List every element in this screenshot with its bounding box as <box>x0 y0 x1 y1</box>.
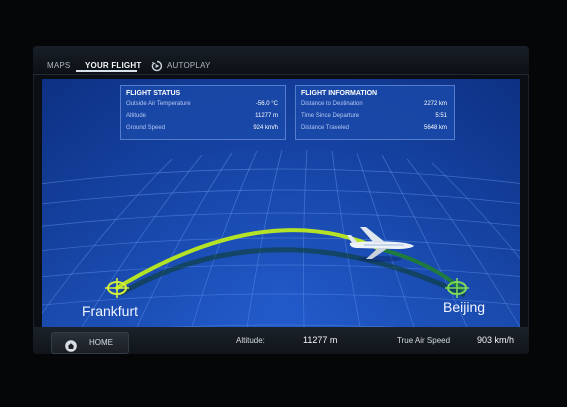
altitude-label: Altitude: <box>236 336 265 345</box>
row-label: Distance Traveled <box>301 125 350 131</box>
row-label: Ground Speed <box>126 125 166 131</box>
flight-information-row: Distance Traveled 5648 km <box>301 125 449 134</box>
flight-map: Frankfurt Beijing FLIGHT STATUS Outside … <box>42 79 520 327</box>
home-button[interactable]: HOME <box>51 332 129 354</box>
tab-autoplay[interactable]: AUTOPLAY <box>167 61 211 70</box>
flight-status-row: Outside Air Temperature -56.0 °C <box>126 101 280 110</box>
autoplay-icon[interactable] <box>151 60 163 72</box>
airspeed-value: 903 km/h <box>477 335 515 345</box>
row-value: 5:51 <box>435 113 447 119</box>
tab-maps[interactable]: MAPS <box>47 61 70 70</box>
airplane-icon <box>347 227 414 262</box>
airspeed-label: True Air Speed <box>397 336 451 345</box>
row-label: Time Since Departure <box>301 113 360 119</box>
bottom-status-bar: HOME Altitude: 11277 m True Air Speed 90… <box>33 327 529 354</box>
flight-information-row: Time Since Departure 5:51 <box>301 113 449 122</box>
tab-your-flight[interactable]: YOUR FLIGHT <box>85 61 141 70</box>
flight-information-title: FLIGHT INFORMATION <box>301 90 378 97</box>
flight-status-title: FLIGHT STATUS <box>126 90 181 97</box>
altitude-value: 11277 m <box>303 335 338 345</box>
active-tab-indicator <box>76 70 137 72</box>
destination-city-label: Beijing <box>443 299 486 315</box>
flight-information-row: Distance to Destination 2272 km <box>301 101 449 110</box>
flight-status-row: Ground Speed 924 km/h <box>126 125 280 134</box>
row-value: 2272 km <box>423 101 447 107</box>
row-label: Outside Air Temperature <box>126 101 191 107</box>
inflight-entertainment-screen: MAPS YOUR FLIGHT AUTOPLAY Frankfurt Beij… <box>33 46 529 354</box>
destination-airport-icon <box>445 278 469 298</box>
origin-airport-icon <box>105 278 129 298</box>
row-value: 924 km/h <box>253 125 278 131</box>
flight-information-panel: FLIGHT INFORMATION Distance to Destinati… <box>295 85 455 140</box>
flight-status-row: Altitude 11277 m <box>126 113 280 122</box>
row-value: 11277 m <box>255 113 278 119</box>
home-icon <box>65 340 77 352</box>
flight-status-panel: FLIGHT STATUS Outside Air Temperature -5… <box>120 85 286 140</box>
home-label: HOME <box>89 338 113 347</box>
origin-city-label: Frankfurt <box>82 303 139 319</box>
top-tab-bar: MAPS YOUR FLIGHT AUTOPLAY <box>33 46 529 75</box>
row-value: -56.0 °C <box>255 101 278 107</box>
row-value: 5648 km <box>423 125 447 131</box>
row-label: Altitude <box>126 113 147 119</box>
row-label: Distance to Destination <box>301 101 363 107</box>
